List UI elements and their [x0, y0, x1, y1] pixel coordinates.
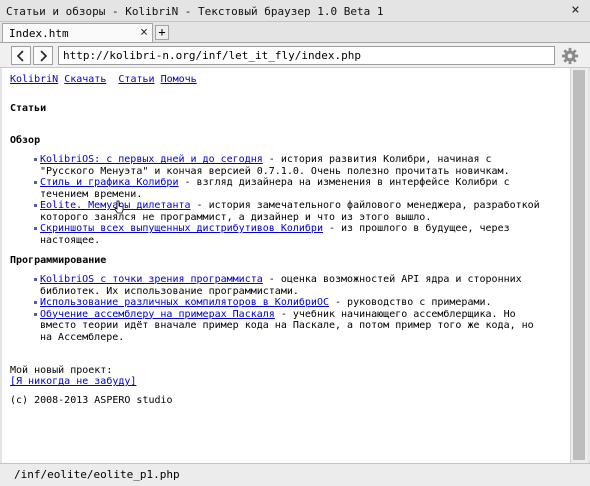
list-item: Использование различных компиляторов в К…: [34, 297, 544, 309]
article-link[interactable]: Стиль и графика Колибри: [40, 177, 178, 188]
back-button[interactable]: [11, 46, 31, 65]
tab-close-icon[interactable]: ×: [140, 25, 148, 40]
site-nav: KolibriN Скачать Статьи Помочь: [10, 74, 197, 86]
forward-button[interactable]: [33, 46, 53, 65]
title-bar: Статьи и обзоры - KolibriN - Текстовый б…: [0, 0, 590, 22]
list-item: Скриншоты всех выпущенных дистрибутивов …: [34, 223, 544, 246]
project-link[interactable]: [Я никогда не забуду]: [10, 376, 136, 387]
article-description: - руководство с примерами.: [328, 297, 492, 308]
section-title-overview: Обзор: [10, 135, 41, 146]
mouse-cursor-icon: [114, 200, 124, 214]
article-link[interactable]: Скриншоты всех выпущенных дистрибутивов …: [40, 223, 323, 234]
navigation-toolbar: [0, 42, 590, 68]
overview-list: KolibriOS: с первых дней и до сегодня - …: [34, 154, 544, 246]
list-item: Стиль и графика Колибри - взгляд дизайне…: [34, 177, 544, 200]
copyright: (c) 2008-2013 ASPERO studio: [10, 395, 173, 406]
section-title-programming: Программирование: [10, 255, 107, 266]
nav-link-download[interactable]: Скачать: [64, 74, 106, 85]
article-link[interactable]: Обучение ассемблеру на примерах Паскаля: [40, 309, 275, 320]
status-text: /inf/eolite/eolite_p1.php: [14, 468, 180, 481]
vertical-scrollbar[interactable]: [570, 68, 588, 463]
article-link[interactable]: KolibriOS с точки зрения программиста: [40, 274, 263, 285]
tab-bar: Index.htm × +: [0, 22, 590, 42]
tab-label: Index.htm: [9, 27, 69, 40]
list-item: KolibriOS: с первых дней и до сегодня - …: [34, 154, 544, 177]
status-bar: /inf/eolite/eolite_p1.php: [0, 463, 590, 486]
nav-link-kolibrin[interactable]: KolibriN: [10, 74, 58, 85]
project-link-row: [Я никогда не забуду]: [10, 376, 136, 388]
tab-index[interactable]: Index.htm ×: [2, 23, 153, 42]
gear-icon[interactable]: [561, 47, 579, 65]
close-icon[interactable]: ×: [568, 3, 583, 18]
list-item: KolibriOS с точки зрения программиста - …: [34, 274, 544, 297]
page-viewport: KolibriN Скачать Статьи Помочь Статьи Об…: [2, 68, 570, 463]
nav-link-articles[interactable]: Статьи: [118, 74, 154, 85]
list-item: Обучение ассемблеру на примерах Паскаля …: [34, 309, 544, 344]
project-label: Мой новый проект:: [10, 365, 113, 376]
page-heading: Статьи: [10, 103, 47, 114]
chevron-right-icon: [40, 49, 48, 62]
scrollbar-thumb[interactable]: [573, 70, 585, 460]
nav-link-help[interactable]: Помочь: [161, 74, 197, 85]
address-bar[interactable]: [58, 46, 555, 65]
programming-list: KolibriOS с точки зрения программиста - …: [34, 274, 544, 343]
chevron-left-icon: [16, 49, 24, 62]
new-tab-button[interactable]: +: [155, 25, 169, 40]
article-link[interactable]: Использование различных компиляторов в К…: [40, 297, 329, 308]
article-link[interactable]: KolibriOS: с первых дней и до сегодня: [40, 154, 263, 165]
list-item: Eolite. Мемуары дилетанта - история заме…: [34, 200, 544, 223]
window-title: Статьи и обзоры - KolibriN - Текстовый б…: [6, 5, 384, 18]
